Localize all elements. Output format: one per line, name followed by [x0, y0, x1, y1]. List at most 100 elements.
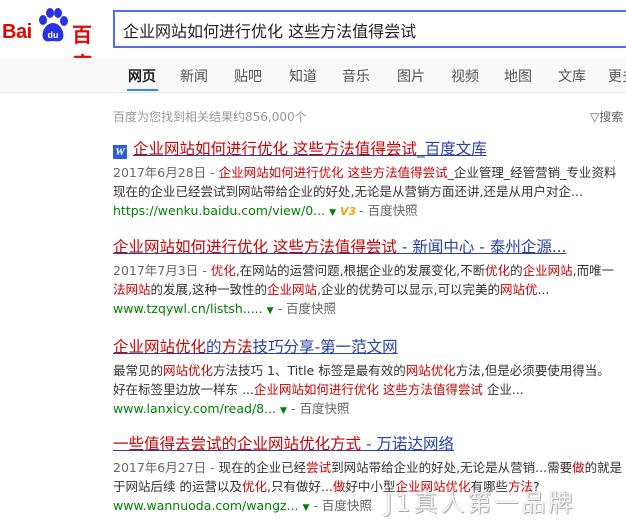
tab-music[interactable]: 音乐 [342, 66, 370, 86]
highlighted-keyword: 法网站 [113, 282, 151, 297]
text-segment: 好在标签里边放一样东 ... [113, 382, 254, 397]
highlighted-keyword: 企业网站如何进行优化 这些方法值得尝试 [133, 140, 417, 158]
snapshot-link[interactable]: 百度快照 [299, 401, 349, 416]
highlighted-keyword: 优化 [210, 263, 236, 278]
result-title[interactable]: 一些值得去尝试的企业网站优化方式 - 万诺达网络 [113, 434, 626, 454]
url-dropdown-arrow-icon[interactable]: ▼ [329, 208, 336, 218]
search-result-1: W 企业网站如何进行优化 这些方法值得尝试_百度文库 2017年6月28日 - 企… [113, 139, 626, 223]
result-url-line: www.lanxicy.com/read/8... ▼ - 百度快照 [113, 401, 350, 416]
funnel-icon: ▽ [590, 110, 600, 124]
result-title[interactable]: 企业网站优化的方法技巧分享-第一范文网 [113, 337, 626, 357]
text-segment: 2017年6月28日 - [113, 165, 219, 180]
text-segment: 方法技巧 1、Title 标签是最有效的 [213, 363, 406, 378]
tab-wenku[interactable]: 文库 [558, 66, 586, 86]
text-segment: ,只有做好... [267, 479, 333, 494]
header: Bai du 百度 企业网站如何进行优化 这些方法值得尝试 [0, 0, 626, 76]
text-segment: 企业... [482, 382, 524, 397]
text-segment: - 新闻中心 - 泰州企源... [396, 238, 567, 256]
search-result-2: 企业网站如何进行优化 这些方法值得尝试 - 新闻中心 - 泰州企源... 201… [113, 237, 626, 321]
result-count: 百度为您找到相关结果约856,000个 [113, 110, 307, 124]
result-url[interactable]: https://wenku.baidu.com/view/0... [113, 203, 325, 218]
text-segment: ,企业的优势可以显示,可以完美的 [317, 282, 500, 297]
snapshot-link[interactable]: 百度快照 [286, 301, 336, 316]
url-dropdown-arrow-icon[interactable]: ▼ [267, 306, 274, 316]
url-dropdown-arrow-icon[interactable]: ▼ [280, 406, 287, 416]
text-segment: - 万诺达网络 [361, 435, 454, 453]
text-segment: 的 [510, 263, 523, 278]
search-tools[interactable]: ▽搜索 [590, 108, 623, 125]
tab-web[interactable]: 网页 [128, 66, 156, 86]
highlighted-keyword: 做 [332, 479, 346, 494]
text-segment: 现在的企业已经尝试到网站带给企业的好处,无论是从营销方面还讲,还是从用户对企..… [113, 184, 583, 199]
text-segment: _百度文库 [416, 140, 487, 158]
result-abstract-line2: 法网站的发展,这种一致性的企业网站,企业的优势可以显示,可以完美的网站优... [113, 280, 626, 299]
text-segment: 2017年7月3日 - [113, 263, 211, 278]
result-abstract-line1: 2017年6月27日 - 现在的企业已经尝试到网站带给企业的好处,无论是从营销.… [113, 458, 626, 477]
highlighted-keyword: 企业网站如何进行优化 这些方法值得尝试 [113, 238, 397, 256]
text-segment: 的就是 [584, 460, 623, 475]
text-segment: _企业管理_经管营销_专业资料 [447, 165, 617, 180]
result-abstract-line2: 现在的企业已经尝试到网站带给企业的好处,无论是从营销方面还讲,还是从用户对企..… [113, 182, 626, 201]
tab-tieba[interactable]: 贴吧 [234, 66, 262, 86]
highlighted-keyword: 优化 [485, 263, 511, 278]
highlighted-keyword: 尝试 [306, 460, 332, 475]
logo-text-bai: Bai [2, 21, 32, 43]
text-segment: ,在网站的运营问题,根据企业的发展变化,不断 [235, 263, 486, 278]
text-segment: 最常见的 [113, 363, 164, 378]
result-abstract-line2: 好在标签里边放一样东 ...企业网站如何进行优化 这些方法值得尝试 企业... [113, 380, 626, 399]
highlighted-keyword: 网站优化 [405, 363, 456, 378]
highlighted-keyword: 做 [572, 460, 585, 475]
url-dropdown-arrow-icon[interactable]: ▼ [303, 503, 310, 513]
text-segment: 现在的企业已经 [218, 460, 307, 475]
highlighted-keyword: 一些值得去尝试的企业网站优化方式 [113, 435, 362, 453]
text-segment: ... [537, 282, 550, 297]
result-url[interactable]: www.lanxicy.com/read/8... [113, 401, 276, 416]
active-tab-indicator [127, 89, 158, 91]
highlighted-keyword: 企业网站 [522, 263, 573, 278]
text-segment: 技巧分享-第一范文网 [252, 338, 398, 356]
text-segment: 的发展,这种一致性的 [150, 282, 267, 297]
baidu-logo[interactable]: Bai du 百度 [2, 8, 106, 76]
search-box[interactable]: 企业网站如何进行优化 这些方法值得尝试 [113, 10, 626, 48]
search-tools-label: 搜索 [599, 110, 624, 124]
tab-video[interactable]: 视频 [451, 66, 479, 86]
highlighted-keyword: 企业网站 [267, 282, 318, 297]
tab-map[interactable]: 地图 [504, 66, 532, 86]
highlighted-keyword: 网站优 [499, 282, 538, 297]
text-segment: 于网站后续 的运营以及 [113, 479, 242, 494]
highlighted-keyword: 企业网站如何进行优化 这些方法值得尝试 [218, 165, 448, 180]
search-result-3: 企业网站优化的方法技巧分享-第一范文网 最常见的网站优化方法技巧 1、Title… [113, 337, 626, 421]
tab-zhidao[interactable]: 知道 [289, 66, 317, 86]
result-url[interactable]: www.tzqywl.cn/listsh..... [113, 301, 263, 316]
search-input[interactable]: 企业网站如何进行优化 这些方法值得尝试 [123, 18, 416, 42]
paw-icon: du [39, 8, 68, 42]
text-segment: 方法,但是必须要使用得当。 [455, 363, 610, 378]
highlighted-keyword: 优化 [241, 479, 267, 494]
result-url-line: https://wenku.baidu.com/view/0... ▼ V3- 百度… [113, 203, 418, 218]
paw-text: du [48, 30, 59, 40]
result-abstract-line1: 最常见的网站优化方法技巧 1、Title 标签是最有效的网站优化方法,但是必须要… [113, 361, 626, 380]
v3-badge-icon[interactable]: V3 [340, 205, 356, 218]
tab-news[interactable]: 新闻 [180, 66, 208, 86]
result-url-line: www.tzqywl.cn/listsh..... ▼ - 百度快照 [113, 301, 337, 316]
result-abstract-line1: 2017年7月3日 - 优化,在网站的运营问题,根据企业的发展变化,不断优化的企… [113, 261, 626, 280]
snapshot-link[interactable]: 百度快照 [368, 203, 418, 218]
snapshot-link[interactable]: 百度快照 [322, 498, 372, 513]
result-url[interactable]: www.wannuoda.com/wangz... [113, 498, 299, 513]
tab-images[interactable]: 图片 [397, 66, 425, 86]
nav-bar: 网页 新闻 贴吧 知道 音乐 图片 视频 地图 文库 更多 [0, 58, 626, 93]
text-segment: 到网站带给企业的好处,无论是从营销...需要 [331, 460, 573, 475]
highlighted-keyword: 企业网站如何进行优化 这些方法值得尝试 [253, 382, 483, 397]
result-title[interactable]: W 企业网站如何进行优化 这些方法值得尝试_百度文库 [113, 139, 626, 159]
wenku-w-icon: W [113, 145, 127, 159]
highlighted-keyword: 网站优化 [163, 363, 214, 378]
text-segment: 的 [206, 338, 222, 356]
text-segment: ,而唯一 [572, 263, 615, 278]
watermark: J1真人第一品牌 [385, 489, 576, 517]
highlighted-keyword: 企业网站优化 [113, 338, 207, 356]
text-segment: 2017年6月27日 - [113, 460, 219, 475]
result-title[interactable]: 企业网站如何进行优化 这些方法值得尝试 - 新闻中心 - 泰州企源... [113, 237, 626, 257]
highlighted-keyword: 方法 [221, 338, 253, 356]
tab-more[interactable]: 更多 [608, 66, 626, 86]
result-abstract-line1: 2017年6月28日 - 企业网站如何进行优化 这些方法值得尝试_企业管理_经管… [113, 163, 626, 182]
